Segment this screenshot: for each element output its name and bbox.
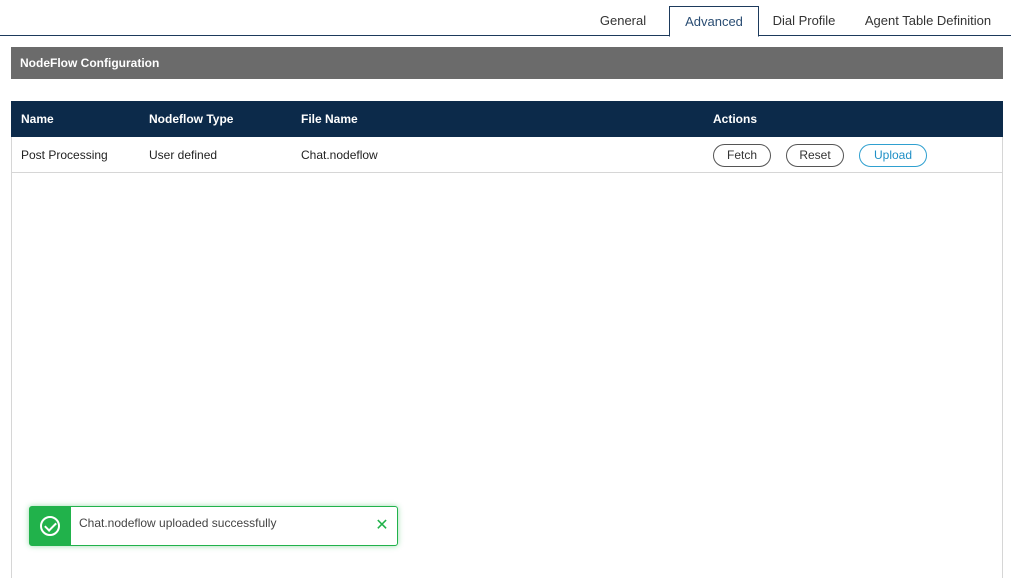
success-toast: Chat.nodeflow uploaded successfully ✕ <box>29 506 398 546</box>
fetch-button[interactable]: Fetch <box>713 144 771 167</box>
tab-dial-profile[interactable]: Dial Profile <box>765 6 843 36</box>
reset-button[interactable]: Reset <box>786 144 844 167</box>
check-circle-icon <box>40 516 60 536</box>
column-header-actions: Actions <box>713 112 758 126</box>
section-title: NodeFlow Configuration <box>11 47 1003 79</box>
cell-nodeflow-type: User defined <box>149 148 218 162</box>
table-header: Name Nodeflow Type File Name Actions <box>11 101 1003 137</box>
column-header-name: Name <box>21 112 54 126</box>
tab-general[interactable]: General <box>588 6 658 36</box>
cell-file-name: Chat.nodeflow <box>301 148 378 162</box>
table-row: Post Processing User defined Chat.nodefl… <box>11 137 1003 173</box>
close-icon[interactable]: ✕ <box>375 516 389 536</box>
column-header-nodeflow-type: Nodeflow Type <box>149 112 234 126</box>
tab-bar: General Advanced Dial Profile Agent Tabl… <box>0 0 1011 37</box>
cell-name: Post Processing <box>21 148 108 162</box>
tab-advanced[interactable]: Advanced <box>669 6 759 37</box>
upload-button[interactable]: Upload <box>859 144 927 167</box>
toast-message: Chat.nodeflow uploaded successfully <box>79 516 277 530</box>
column-header-file-name: File Name <box>301 112 358 126</box>
toast-icon-box <box>30 507 71 545</box>
tab-agent-table-definition[interactable]: Agent Table Definition <box>855 6 1001 36</box>
